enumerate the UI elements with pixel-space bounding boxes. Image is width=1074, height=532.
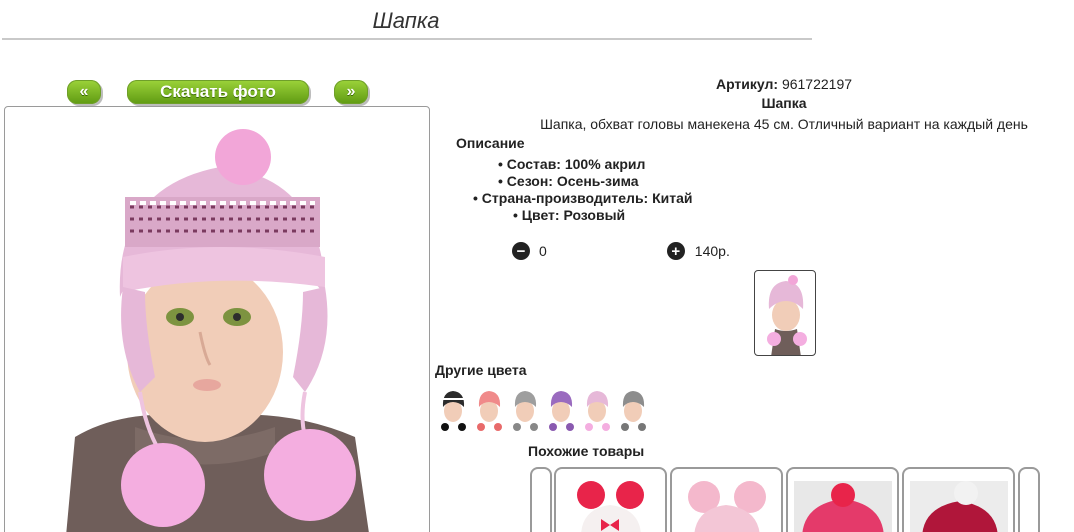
similar-product-card[interactable] [1018,467,1040,532]
thumbnail-image [767,275,807,355]
product-thumbnail[interactable] [754,270,816,356]
page-title: Шапка [372,8,440,33]
similar-product-image [794,481,892,532]
similar-product-image [910,481,1008,532]
similar-product-card[interactable] [670,467,783,532]
similar-product-image [577,481,644,532]
similar-products-heading: Похожие товары [528,443,645,459]
title-divider [2,38,812,40]
download-photo-button[interactable]: Скачать фото [127,80,309,104]
prev-photo-button[interactable]: « [67,80,101,104]
color-swatch-grey[interactable] [509,387,542,432]
product-photo[interactable] [4,106,430,532]
product-name: Шапка [761,95,807,111]
quantity-stepper: − 0 + 140р. [512,242,730,260]
other-colors-list [437,387,650,432]
article-value: 961722197 [781,76,853,92]
next-photo-button[interactable]: » [334,80,368,104]
price: 140р. [694,243,730,259]
color-swatch-black[interactable] [437,387,470,432]
minus-circle-icon[interactable]: − [512,242,530,260]
quantity-value: 0 [539,243,547,259]
similar-product-card[interactable] [786,467,899,532]
article-label: Артикул: [715,76,779,92]
other-colors-heading: Другие цвета [435,362,527,378]
property-composition: Состав: 100% акрил [498,156,646,172]
color-swatch-purple[interactable] [545,387,578,432]
property-color: Цвет: Розовый [513,207,625,223]
product-description: Шапка, обхват головы манекена 45 см. Отл… [540,116,1028,132]
color-swatch-pink[interactable] [581,387,614,432]
plus-circle-icon[interactable]: + [666,242,685,260]
similar-product-card[interactable] [902,467,1015,532]
description-heading: Описание [456,135,525,151]
similar-product-card[interactable] [554,467,667,532]
property-season: Сезон: Осень-зима [498,173,639,189]
child-in-pink-hat-image [66,129,369,532]
color-swatch-grey-2[interactable] [617,387,650,432]
article-line: Артикул: 961722197 [434,76,1074,92]
similar-product-image [688,481,766,532]
similar-product-card[interactable] [530,467,552,532]
property-country: Страна-производитель: Китай [473,190,693,206]
color-swatch-coral[interactable] [473,387,506,432]
